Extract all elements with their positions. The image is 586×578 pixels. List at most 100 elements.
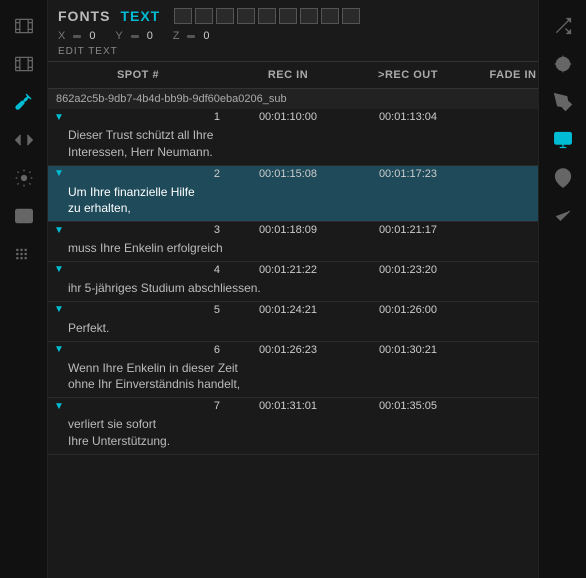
subtitle-group-5: ▼ 5 00:01:24:21 00:01:26:00 Perfekt.: [48, 302, 538, 342]
rec-out-2: 00:01:17:23: [348, 168, 468, 180]
tc-spot-1: ▼ 1: [48, 111, 228, 123]
z-label: Z: [173, 30, 180, 42]
expand-arrow-6[interactable]: ▼: [54, 344, 64, 355]
subtitle-group-1: ▼ 1 00:01:10:00 00:01:13:04 Dieser Trust…: [48, 109, 538, 166]
subtitle-text-3: muss Ihre Enkelin erfolgreich: [48, 238, 538, 261]
rec-out-1: 00:01:13:04: [348, 111, 468, 123]
fonts-label: FONTS: [58, 8, 110, 24]
font-box-5[interactable]: [258, 8, 276, 24]
sidebar-item-film[interactable]: [6, 8, 42, 44]
font-box-1[interactable]: [174, 8, 192, 24]
sidebar-item-dots[interactable]: [6, 236, 42, 272]
spot-num-5: 5: [68, 304, 228, 316]
expand-arrow-5[interactable]: ▼: [54, 304, 64, 315]
subtitle-group-3: ▼ 3 00:01:18:09 00:01:21:17 muss Ihre En…: [48, 222, 538, 262]
expand-arrow-2[interactable]: ▼: [54, 168, 64, 179]
font-box-7[interactable]: [300, 8, 318, 24]
header-rec-in: REC IN: [228, 66, 348, 84]
header-spot: SPOT #: [48, 66, 228, 84]
sidebar-item-monitor[interactable]: [545, 122, 581, 158]
font-box-2[interactable]: [195, 8, 213, 24]
subtitle-group-4: ▼ 4 00:01:21:22 00:01:23:20 ihr 5-jährig…: [48, 262, 538, 302]
rec-in-2: 00:01:15:08: [228, 168, 348, 180]
tc-spot-2: ▼ 2: [48, 168, 228, 180]
rec-in-3: 00:01:18:09: [228, 224, 348, 236]
table-row[interactable]: ▼ 5 00:01:24:21 00:01:26:00: [48, 302, 538, 318]
rec-in-1: 00:01:10:00: [228, 111, 348, 123]
spot-num-3: 3: [68, 224, 228, 236]
rec-out-5: 00:01:26:00: [348, 304, 468, 316]
font-box-4[interactable]: [237, 8, 255, 24]
sidebar-item-film2[interactable]: [6, 46, 42, 82]
rec-out-3: 00:01:21:17: [348, 224, 468, 236]
sidebar-item-check[interactable]: [545, 198, 581, 234]
subtitle-text-4: ihr 5-jähriges Studium abschliessen.: [48, 278, 538, 301]
rec-in-4: 00:01:21:22: [228, 264, 348, 276]
file-row: 862a2c5b-9db7-4b4d-bb9b-9df60eba0206_sub: [48, 89, 538, 109]
sidebar-item-settings[interactable]: [6, 160, 42, 196]
font-box-8[interactable]: [321, 8, 339, 24]
file-name: 862a2c5b-9db7-4b4d-bb9b-9df60eba0206_sub: [56, 93, 287, 105]
subtitle-text-1: Dieser Trust schützt all IhreInteressen,…: [48, 125, 538, 165]
x-label: X: [58, 30, 65, 42]
tc-spot-7: ▼ 7: [48, 400, 228, 412]
expand-arrow-3[interactable]: ▼: [54, 225, 64, 236]
z-value: 0: [203, 30, 223, 42]
spot-num-2: 2: [68, 168, 228, 180]
font-box-3[interactable]: [216, 8, 234, 24]
sidebar-item-pen[interactable]: [545, 84, 581, 120]
subtitle-table[interactable]: SPOT # REC IN >REC OUT FADE IN 862a2c5b-…: [48, 62, 538, 578]
sidebar-right: [538, 0, 586, 578]
rec-out-7: 00:01:35:05: [348, 400, 468, 412]
toolbar: FONTS TEXT X 0 Y 0 Z 0: [48, 0, 538, 62]
font-box-9[interactable]: [342, 8, 360, 24]
font-style-boxes: [174, 8, 360, 24]
subtitle-text-2: Um Ihre finanzielle Hilfezu erhalten,: [48, 182, 538, 222]
table-row[interactable]: ▼ 4 00:01:21:22 00:01:23:20: [48, 262, 538, 278]
tc-spot-4: ▼ 4: [48, 264, 228, 276]
spot-num-6: 6: [68, 344, 228, 356]
tc-spot-5: ▼ 5: [48, 304, 228, 316]
table-row[interactable]: ▼ 1 00:01:10:00 00:01:13:04: [48, 109, 538, 125]
table-row[interactable]: ▼ 2 00:01:15:08 00:01:17:23: [48, 166, 538, 182]
edit-text-label: EDIT TEXT: [58, 46, 528, 57]
y-value: 0: [147, 30, 167, 42]
subtitle-group-2: ▼ 2 00:01:15:08 00:01:17:23 Um Ihre fina…: [48, 166, 538, 223]
expand-arrow-7[interactable]: ▼: [54, 401, 64, 412]
table-row[interactable]: ▼ 7 00:01:31:01 00:01:35:05: [48, 398, 538, 414]
y-label: Y: [115, 30, 122, 42]
rec-in-6: 00:01:26:23: [228, 344, 348, 356]
rec-out-6: 00:01:30:21: [348, 344, 468, 356]
expand-arrow-4[interactable]: ▼: [54, 264, 64, 275]
expand-arrow-1[interactable]: ▼: [54, 112, 64, 123]
header-fade-in: FADE IN: [468, 66, 538, 84]
sidebar-item-shuffle[interactable]: [545, 8, 581, 44]
table-header: SPOT # REC IN >REC OUT FADE IN: [48, 62, 538, 89]
subtitle-text-7: verliert sie sofortIhre Unterstützung.: [48, 414, 538, 454]
z-dot: [187, 35, 195, 38]
subtitle-group-7: ▼ 7 00:01:31:01 00:01:35:05 verliert sie…: [48, 398, 538, 455]
sidebar-item-code[interactable]: [6, 122, 42, 158]
sidebar-item-location[interactable]: [545, 160, 581, 196]
rec-in-5: 00:01:24:21: [228, 304, 348, 316]
sidebar-left: [0, 0, 48, 578]
text-label: TEXT: [120, 8, 160, 24]
tc-spot-3: ▼ 3: [48, 224, 228, 236]
spot-num-1: 1: [68, 111, 228, 123]
rec-in-7: 00:01:31:01: [228, 400, 348, 412]
subtitle-group-6: ▼ 6 00:01:26:23 00:01:30:21 Wenn Ihre En…: [48, 342, 538, 399]
main-content: FONTS TEXT X 0 Y 0 Z 0: [48, 0, 538, 578]
sidebar-item-terminal[interactable]: [6, 198, 42, 234]
rec-out-4: 00:01:23:20: [348, 264, 468, 276]
font-box-6[interactable]: [279, 8, 297, 24]
sidebar-item-effects[interactable]: [545, 46, 581, 82]
table-row[interactable]: ▼ 6 00:01:26:23 00:01:30:21: [48, 342, 538, 358]
tc-spot-6: ▼ 6: [48, 344, 228, 356]
table-row[interactable]: ▼ 3 00:01:18:09 00:01:21:17: [48, 222, 538, 238]
x-dot: [73, 35, 81, 38]
header-rec-out: >REC OUT: [348, 66, 468, 84]
subtitle-text-6: Wenn Ihre Enkelin in dieser Zeitohne Ihr…: [48, 358, 538, 398]
x-value: 0: [89, 30, 109, 42]
sidebar-item-tools[interactable]: [6, 84, 42, 120]
subtitle-text-5: Perfekt.: [48, 318, 538, 341]
